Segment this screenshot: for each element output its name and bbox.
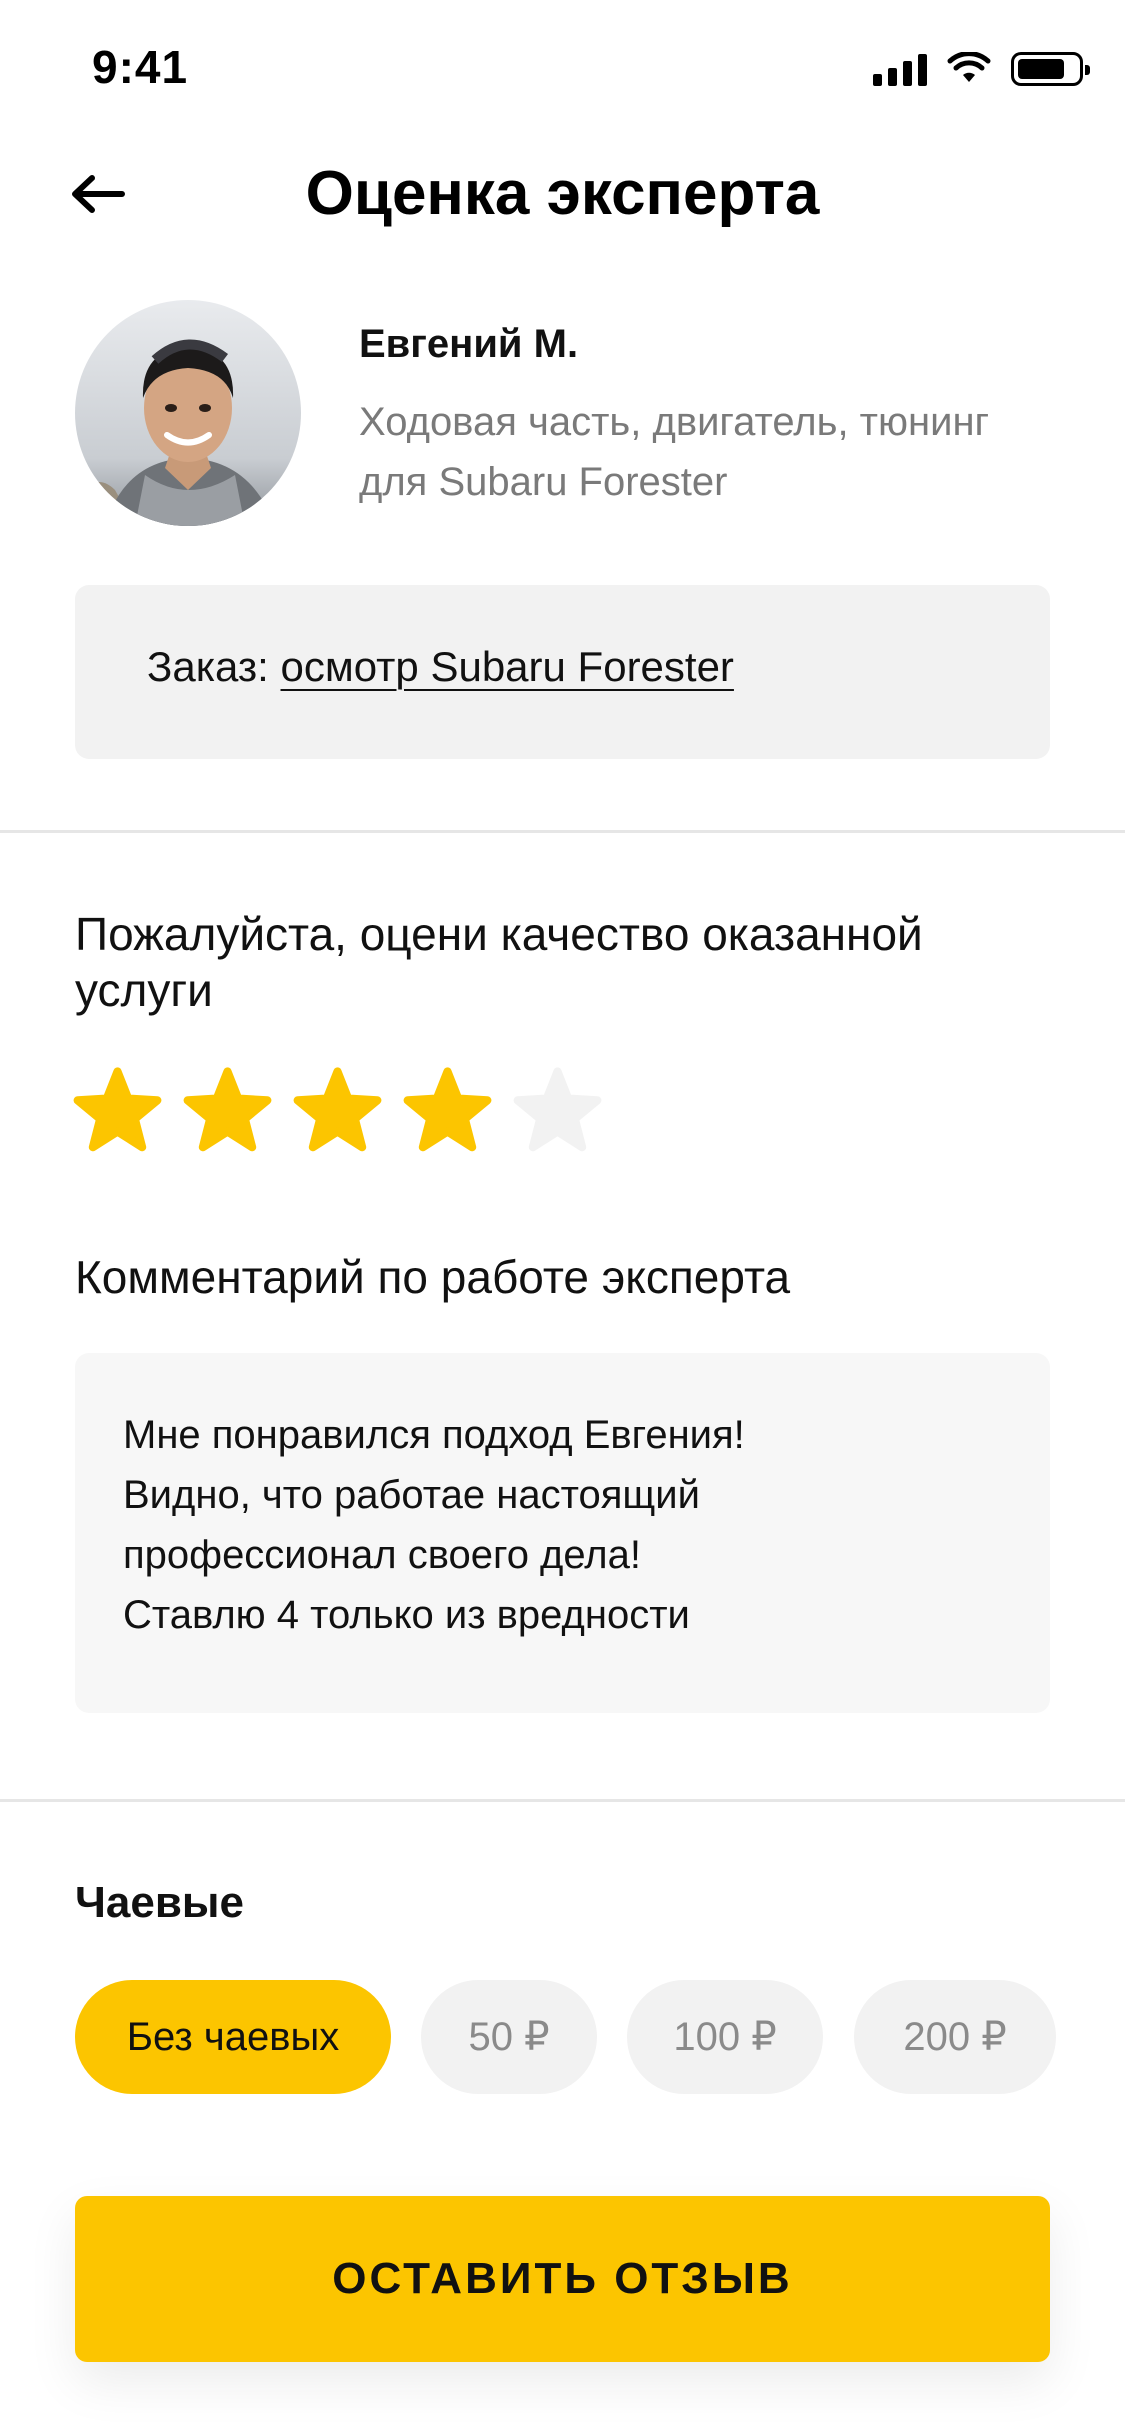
comment-label: Комментарий по работе эксперта [75, 1251, 791, 1303]
star-empty-icon[interactable] [512, 1066, 603, 1157]
cellular-signal-icon [873, 52, 927, 86]
order-info: Заказ: осмотр Subaru Forester [75, 585, 1050, 759]
order-line: Заказ: осмотр Subaru Forester [147, 643, 734, 691]
star-filled-icon[interactable] [72, 1066, 163, 1157]
tip-option-50[interactable]: 50 ₽ [421, 1980, 597, 2094]
expert-avatar [75, 300, 301, 526]
star-filled-icon[interactable] [292, 1066, 383, 1157]
tip-option-200[interactable]: 200 ₽ [854, 1980, 1056, 2094]
tips-title: Чаевые [75, 1878, 244, 1927]
navigation-bar: Оценка эксперта [0, 140, 1125, 250]
wifi-icon [947, 52, 991, 82]
comment-field[interactable]: Мне понравился подход Евгения! Видно, чт… [75, 1353, 1050, 1713]
page-title: Оценка эксперта [305, 159, 820, 228]
tips-options: Без чаевых 50 ₽ 100 ₽ 200 ₽ [75, 1980, 1075, 2094]
expert-photo [75, 300, 301, 526]
section-divider [0, 830, 1125, 833]
expert-card: Евгений М. Ходовая часть, двигатель, тюн… [75, 300, 1050, 530]
status-icons [873, 52, 1090, 86]
star-filled-icon[interactable] [182, 1066, 273, 1157]
section-divider [0, 1799, 1125, 1802]
star-rating [72, 1066, 603, 1157]
battery-icon [1011, 52, 1090, 86]
submit-review-button[interactable]: ОСТАВИТЬ ОТЗЫВ [75, 2196, 1050, 2362]
tip-option-100[interactable]: 100 ₽ [627, 1980, 823, 2094]
rating-question: Пожалуйста, оцени качество оказанной усл… [75, 908, 923, 1016]
expert-name: Евгений М. [359, 322, 579, 366]
star-filled-icon[interactable] [402, 1066, 493, 1157]
comment-text: Мне понравился подход Евгения! Видно, чт… [123, 1413, 745, 1637]
tip-option-none[interactable]: Без чаевых [75, 1980, 391, 2094]
order-link[interactable]: осмотр Subaru Forester [281, 643, 734, 690]
order-label: Заказ: [147, 643, 269, 690]
status-bar: 9:41 [0, 0, 1125, 132]
expert-specialization: Ходовая часть, двигатель, тюнинг для Sub… [359, 400, 990, 504]
status-time: 9:41 [92, 41, 189, 93]
